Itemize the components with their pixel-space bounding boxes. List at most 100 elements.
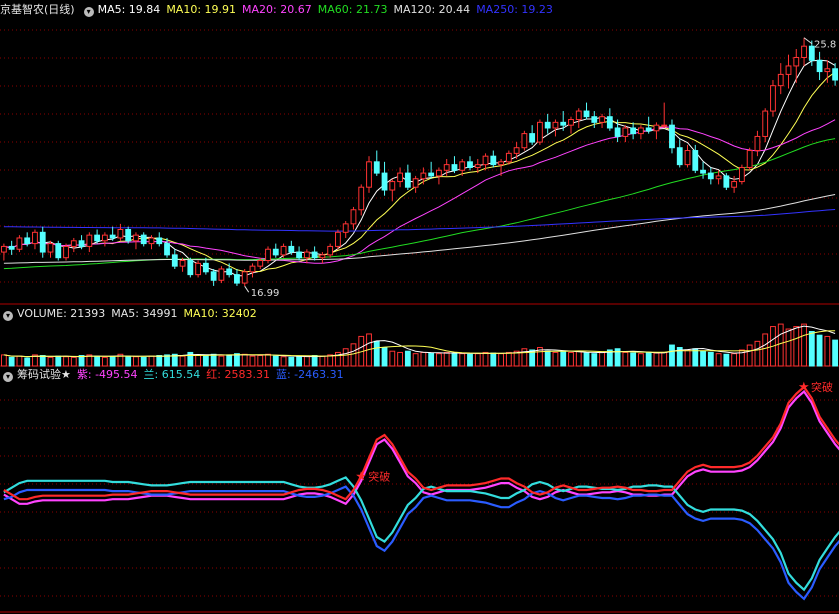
candle-body <box>583 110 590 118</box>
candle-body <box>474 164 481 168</box>
dropdown-icon[interactable]: ▾ <box>3 311 13 321</box>
low-pointer <box>244 285 250 293</box>
volume-bar <box>373 340 380 367</box>
candle-body <box>117 229 124 239</box>
candle-body <box>24 237 31 245</box>
candle-body <box>109 234 116 239</box>
candle-body <box>133 234 139 242</box>
candle-body <box>793 56 800 67</box>
volume-legend: VOLUME: 21393 MA5: 34991 MA10: 32402 <box>17 307 263 320</box>
candle-body <box>8 245 15 250</box>
high-label: 25.8 <box>814 40 836 51</box>
volume-bar <box>785 328 792 367</box>
candle-body <box>754 135 761 152</box>
candle-body <box>568 119 574 126</box>
candle-body <box>226 268 233 276</box>
volume-bar <box>0 354 7 367</box>
candle-body <box>140 234 147 245</box>
volume-bar <box>70 356 77 367</box>
candle-body <box>241 271 248 284</box>
dropdown-icon[interactable]: ▾ <box>83 7 94 17</box>
volume-bar <box>707 351 714 367</box>
legend-item: MA250: 19.23 <box>476 3 553 16</box>
legend-item: VOLUME: 21393 <box>17 307 106 320</box>
candle-body <box>412 178 419 188</box>
volume-bar <box>583 352 590 367</box>
volume-bar <box>599 351 605 367</box>
candle-body <box>366 161 372 188</box>
volume-bar <box>148 355 155 367</box>
candle-body <box>513 147 520 154</box>
candle-body <box>630 127 637 135</box>
volume-bar <box>202 355 209 367</box>
signal-markers: ★ 突破★ 突破 <box>355 380 833 484</box>
candle-body <box>762 110 769 137</box>
volume-bar <box>731 353 738 367</box>
candle-body <box>288 245 295 253</box>
volume-bar <box>249 355 256 367</box>
candle-body <box>614 127 621 137</box>
volume-bar <box>451 352 458 367</box>
candle-body <box>327 245 334 256</box>
candle-body <box>575 110 582 121</box>
candle-body <box>202 262 209 273</box>
candle-body <box>591 116 598 123</box>
candle-body <box>622 127 629 137</box>
volume-bar <box>404 350 411 367</box>
volume-bar <box>661 351 668 367</box>
candle-body <box>404 172 411 188</box>
volume-bar <box>808 330 815 367</box>
volume-bar <box>544 350 551 367</box>
candle-body <box>101 234 108 242</box>
candle-body <box>645 127 652 132</box>
candle-body <box>16 237 23 250</box>
candle-body <box>824 68 831 73</box>
candle-body <box>342 223 349 233</box>
signal-label: 突破 <box>811 380 833 394</box>
dropdown-icon[interactable]: ▾ <box>3 372 13 382</box>
candle-body <box>311 251 318 259</box>
candle-body <box>373 161 380 174</box>
volume-bar <box>195 354 202 367</box>
legend-item: MA10: 32402 <box>183 307 257 320</box>
volume-bar <box>280 356 287 367</box>
volume-panel-header: ▾ VOLUME: 21393 MA5: 34991 MA10: 32402 <box>0 306 269 322</box>
volume-bar <box>327 354 334 367</box>
candle-body <box>179 260 186 267</box>
candle-body <box>249 265 256 273</box>
volume-bar <box>272 355 279 367</box>
candle-body <box>397 172 403 183</box>
volume-bar <box>591 353 598 367</box>
candle-body <box>676 147 683 166</box>
volume-bar <box>459 353 466 367</box>
volume-bar <box>8 356 15 367</box>
volume-bar <box>210 353 217 367</box>
volume-bar <box>746 344 753 367</box>
volume-bar <box>179 355 186 367</box>
candle-body <box>537 121 543 143</box>
volume-bar <box>467 353 473 367</box>
candle-body <box>707 172 714 180</box>
candle-body <box>436 169 442 177</box>
signal-label: 突破 <box>368 469 390 483</box>
volume-bar <box>653 352 660 367</box>
legend-item: 蓝: -2463.31 <box>275 368 344 381</box>
candle-body <box>560 121 567 126</box>
volume-bar <box>133 356 139 367</box>
candle-body <box>303 251 310 259</box>
candle-body <box>210 271 217 281</box>
candle-body <box>777 73 784 87</box>
volume-bars[interactable] <box>0 323 839 367</box>
candlesticks[interactable] <box>0 37 839 287</box>
volume-bar <box>777 323 784 367</box>
candle-body <box>0 245 7 253</box>
volume-bar <box>241 353 248 367</box>
volume-bar <box>482 351 489 367</box>
volume-bar <box>288 356 295 367</box>
volume-bar <box>684 349 691 367</box>
indicator-legend: 紫: -495.54 兰: 615.54 红: 2583.31 蓝: -2463.31 <box>77 368 350 381</box>
candle-body <box>335 231 341 247</box>
volume-bar <box>125 355 132 367</box>
candle-body <box>498 161 504 166</box>
volume-bar <box>350 343 357 367</box>
